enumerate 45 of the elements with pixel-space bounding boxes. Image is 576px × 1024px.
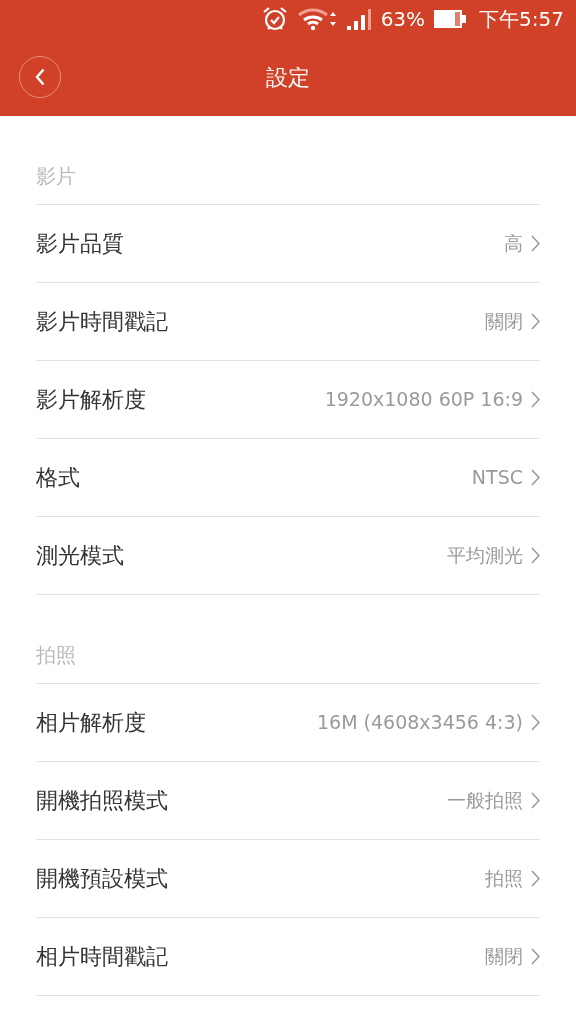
setting-label: 影片品質 — [36, 230, 124, 258]
setting-label: 影片時間戳記 — [36, 308, 168, 336]
section-heading: 影片 — [36, 163, 76, 190]
wifi-icon — [296, 7, 337, 31]
page-title: 設定 — [266, 63, 310, 92]
setting-label: 格式 — [36, 464, 80, 492]
setting-label: 相片解析度 — [36, 709, 146, 737]
signal-icon — [344, 7, 373, 31]
setting-label: 相片時間戳記 — [36, 943, 168, 971]
setting-value: 平均測光 — [447, 543, 523, 569]
chevron-right-icon — [531, 948, 540, 965]
setting-label: 測光模式 — [36, 542, 124, 570]
chevron-right-icon — [531, 313, 540, 330]
setting-value: 一般拍照 — [447, 788, 523, 814]
chevron-right-icon — [531, 469, 540, 486]
chevron-right-icon — [531, 391, 540, 408]
chevron-right-icon — [531, 714, 540, 731]
setting-value: 高 — [504, 231, 523, 257]
settings-row[interactable]: 測光模式 平均測光 — [36, 517, 540, 595]
setting-value: NTSC — [471, 465, 523, 491]
back-icon — [35, 68, 45, 86]
settings-row[interactable]: 影片解析度 1920x1080 60P 16:9 — [36, 361, 540, 439]
setting-value: 1920x1080 60P 16:9 — [324, 387, 523, 413]
clock: 下午5:57 — [479, 6, 564, 33]
setting-value: 關閉 — [485, 944, 523, 970]
chevron-right-icon — [531, 870, 540, 887]
setting-label: 影片解析度 — [36, 386, 146, 414]
settings-row[interactable]: 格式 NTSC — [36, 439, 540, 517]
settings-row[interactable]: 開機預設模式 拍照 — [36, 840, 540, 918]
chevron-right-icon — [531, 547, 540, 564]
battery-percent: 63% — [380, 6, 426, 33]
settings-row[interactable]: 相片時間戳記 關閉 — [36, 918, 540, 996]
settings-row[interactable]: 影片品質 高 — [36, 205, 540, 283]
battery-icon — [433, 8, 468, 30]
settings-row[interactable]: 相片解析度 16M (4608x3456 4:3) — [36, 684, 540, 762]
settings-row[interactable]: 影片時間戳記 關閉 — [36, 283, 540, 361]
settings-row[interactable]: 開機拍照模式 一般拍照 — [36, 762, 540, 840]
chevron-right-icon — [531, 792, 540, 809]
setting-value: 拍照 — [485, 866, 523, 892]
chevron-right-icon — [531, 235, 540, 252]
setting-value: 16M (4608x3456 4:3) — [317, 710, 523, 736]
setting-label: 開機預設模式 — [36, 865, 168, 893]
section-heading: 拍照 — [36, 642, 76, 669]
setting-label: 開機拍照模式 — [36, 787, 168, 815]
setting-value: 關閉 — [485, 309, 523, 335]
